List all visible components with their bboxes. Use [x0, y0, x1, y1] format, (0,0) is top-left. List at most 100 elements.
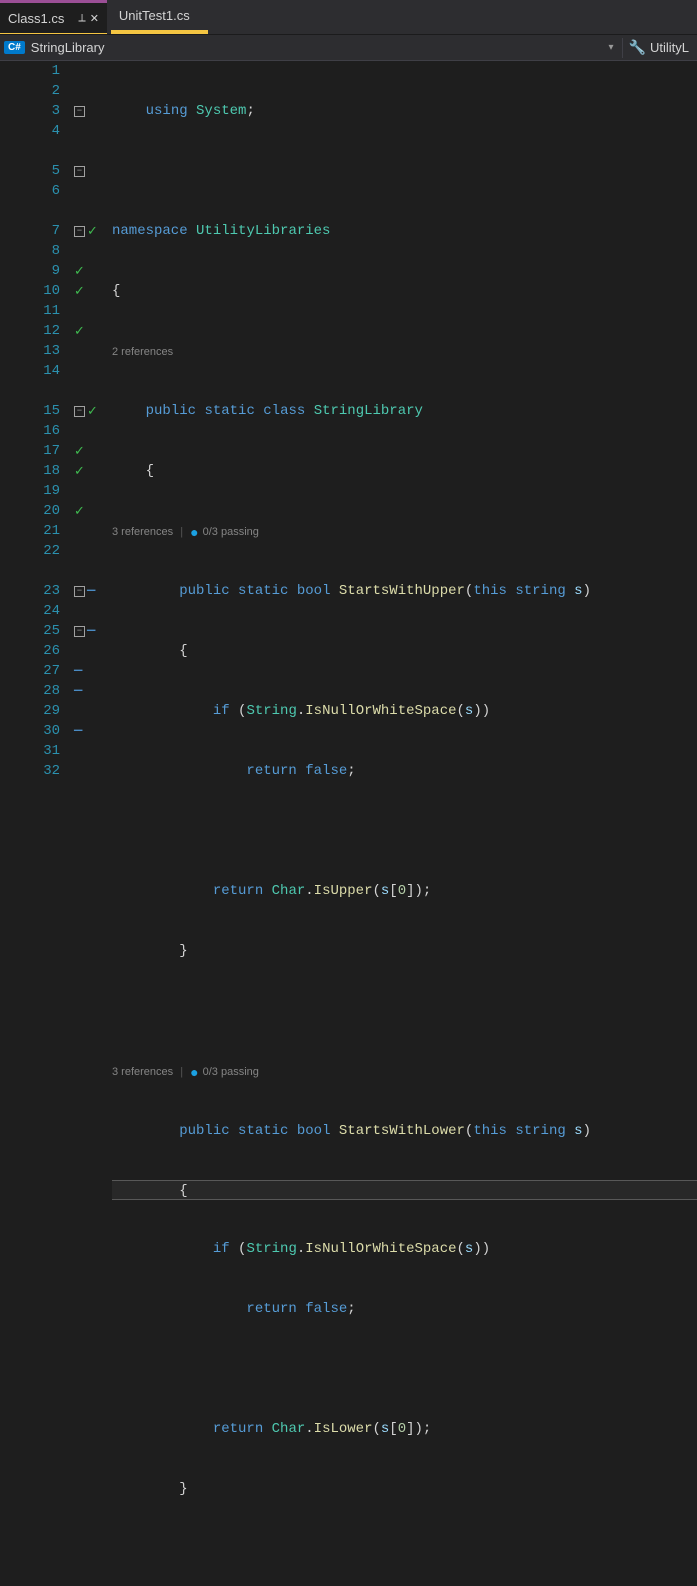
line-number: 26 [0, 641, 60, 661]
codelens-references[interactable]: 3 references | ● 0/3 passing [112, 521, 697, 541]
line-number: 4 [0, 121, 60, 141]
test-pass-icon: ✓ [74, 504, 85, 519]
line-number: 21 [0, 521, 60, 541]
tab-class1[interactable]: Class1.cs ⟂ ✕ [0, 0, 107, 34]
line-number [0, 381, 60, 401]
dropdown-arrow-icon: ▾ [609, 42, 614, 53]
codelens-references[interactable]: 3 references | ● 0/3 passing [112, 1061, 697, 1081]
line-number: 2 [0, 81, 60, 101]
code-line [112, 1001, 697, 1021]
codelens-references[interactable]: 2 references [112, 341, 697, 361]
code-line-current: { [112, 1180, 697, 1200]
line-number: 22 [0, 541, 60, 561]
line-number: 5 [0, 161, 60, 181]
line-number: 13 [0, 341, 60, 361]
member-dropdown[interactable]: 🔧 UtilityL [625, 39, 693, 56]
code-line: { [112, 641, 697, 661]
indicator-margin: − − −✓ ✓ ✓ ✓ −✓ ✓ ✓ ✓ −— −— — — — [72, 61, 110, 793]
line-number: 8 [0, 241, 60, 261]
line-number: 23 [0, 581, 60, 601]
tab-label: UnitTest1.cs [119, 8, 190, 23]
test-notrun-icon: — [74, 683, 82, 699]
wrench-icon: 🔧 [629, 39, 646, 56]
test-pass-icon: ✓ [74, 284, 85, 299]
code-line: } [112, 1479, 697, 1499]
scope-dropdown[interactable]: StringLibrary ▾ [25, 40, 620, 55]
line-number: 14 [0, 361, 60, 381]
line-number: 3 [0, 101, 60, 121]
fold-toggle[interactable]: − [74, 106, 85, 117]
line-number: 32 [0, 761, 60, 781]
code-line [112, 161, 697, 181]
scope-label: StringLibrary [31, 40, 105, 55]
line-number: 20 [0, 501, 60, 521]
line-number: 1 [0, 61, 60, 81]
test-pass-icon: ✓ [74, 324, 85, 339]
line-number: 6 [0, 181, 60, 201]
test-pass-icon: ✓ [87, 404, 98, 419]
line-number: 30 [0, 721, 60, 741]
test-notrun-icon: — [74, 723, 82, 739]
code-line: if (String.IsNullOrWhiteSpace(s)) [112, 1239, 697, 1259]
line-number [0, 561, 60, 581]
language-badge: C# [4, 41, 25, 54]
line-number: 7 [0, 221, 60, 241]
line-number: 27 [0, 661, 60, 681]
navigation-bar: C# StringLibrary ▾ 🔧 UtilityL [0, 35, 697, 61]
line-number: 9 [0, 261, 60, 281]
test-pass-icon: ✓ [74, 464, 85, 479]
code-line: return Char.IsLower(s[0]); [112, 1419, 697, 1439]
fold-toggle[interactable]: − [74, 626, 85, 637]
code-line: { [112, 461, 697, 481]
line-number: 28 [0, 681, 60, 701]
code-line: namespace UtilityLibraries [112, 221, 697, 241]
code-line: using System; [112, 101, 697, 121]
line-number [0, 201, 60, 221]
line-number: 31 [0, 741, 60, 761]
fold-toggle[interactable]: − [74, 406, 85, 417]
pin-icon[interactable]: ⟂ [78, 12, 85, 25]
line-number: 29 [0, 701, 60, 721]
line-number: 17 [0, 441, 60, 461]
nav-divider [622, 38, 623, 58]
line-number [0, 141, 60, 161]
line-number: 12 [0, 321, 60, 341]
test-pass-icon: ✓ [74, 444, 85, 459]
code-line [112, 821, 697, 841]
test-pass-icon: ✓ [87, 224, 98, 239]
code-line: { [112, 281, 697, 301]
line-number: 11 [0, 301, 60, 321]
code-line: public static class StringLibrary [112, 401, 697, 421]
test-pass-icon: ✓ [74, 264, 85, 279]
close-icon[interactable]: ✕ [90, 12, 99, 25]
line-number: 10 [0, 281, 60, 301]
tab-label: Class1.cs [8, 11, 64, 26]
code-line: return false; [112, 761, 697, 781]
line-number: 25 [0, 621, 60, 641]
code-area[interactable]: using System; namespace UtilityLibraries… [110, 61, 697, 793]
line-number: 24 [0, 601, 60, 621]
line-number-gutter: 1 2 3 4 5 6 7 8 9 10 11 12 13 14 15 16 1… [0, 61, 72, 793]
code-line: return false; [112, 1299, 697, 1319]
code-editor[interactable]: 1 2 3 4 5 6 7 8 9 10 11 12 13 14 15 16 1… [0, 61, 697, 793]
code-line: public static bool StartsWithLower(this … [112, 1121, 697, 1141]
line-number: 15 [0, 401, 60, 421]
test-notrun-icon: — [74, 663, 82, 679]
code-line: } [112, 941, 697, 961]
tab-bar: Class1.cs ⟂ ✕ UnitTest1.cs [0, 0, 697, 35]
tab-unittest1[interactable]: UnitTest1.cs [111, 0, 208, 34]
line-number: 18 [0, 461, 60, 481]
fold-toggle[interactable]: − [74, 586, 85, 597]
line-number: 16 [0, 421, 60, 441]
code-line: if (String.IsNullOrWhiteSpace(s)) [112, 701, 697, 721]
code-line [112, 1359, 697, 1379]
member-label: UtilityL [650, 40, 689, 55]
test-notrun-icon: — [87, 583, 95, 599]
line-number: 19 [0, 481, 60, 501]
test-notrun-icon: — [87, 623, 95, 639]
code-line [112, 1539, 697, 1559]
code-line: public static bool StartsWithUpper(this … [112, 581, 697, 601]
fold-toggle[interactable]: − [74, 166, 85, 177]
fold-toggle[interactable]: − [74, 226, 85, 237]
code-line: return Char.IsUpper(s[0]); [112, 881, 697, 901]
